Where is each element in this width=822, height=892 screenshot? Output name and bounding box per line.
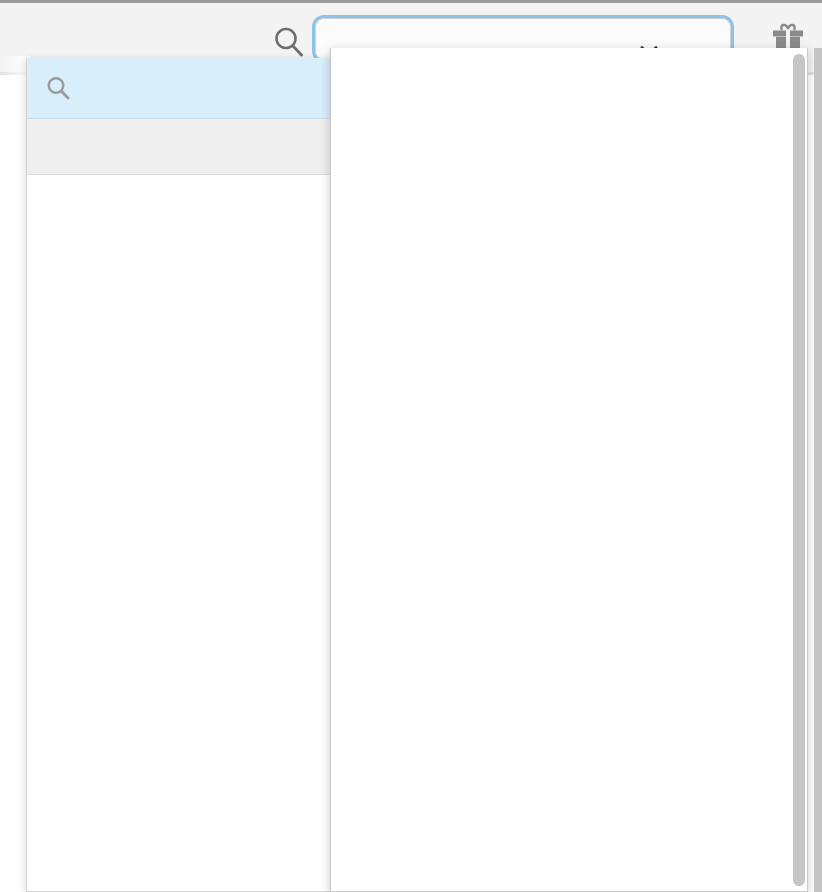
search-icon bbox=[272, 25, 306, 59]
see-all-results-row[interactable] bbox=[27, 58, 335, 119]
search-overlay-screen bbox=[0, 0, 822, 892]
entity-type-dropdown bbox=[330, 48, 808, 892]
dropdown-right-edge bbox=[814, 48, 822, 892]
dropdown-scrollbar-track[interactable] bbox=[791, 48, 807, 891]
search-results-panel bbox=[26, 58, 336, 892]
search-icon bbox=[45, 75, 71, 101]
top-results-header bbox=[27, 119, 335, 175]
dropdown-scrollbar-thumb[interactable] bbox=[793, 54, 805, 886]
